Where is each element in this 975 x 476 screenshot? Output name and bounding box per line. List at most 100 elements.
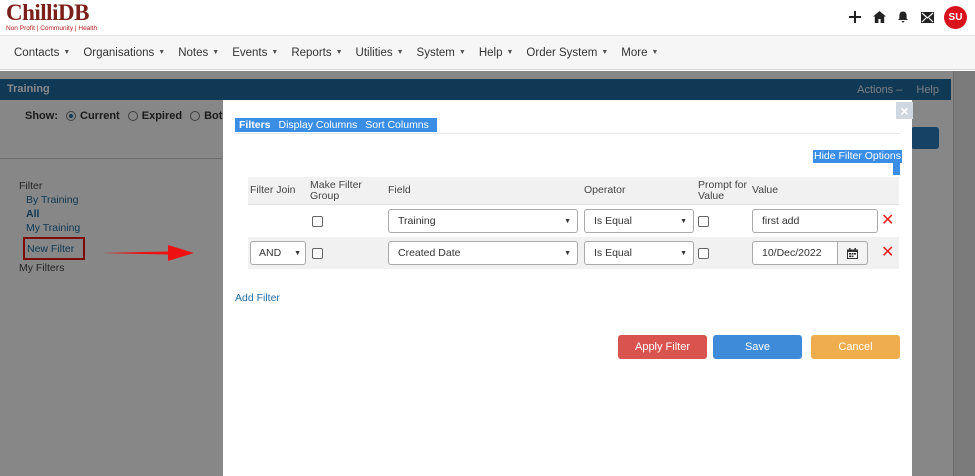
apply-filter-button[interactable]: Apply Filter <box>618 335 707 359</box>
select-arrow-icon: ▼ <box>680 217 687 225</box>
nav-help[interactable]: Help ▼ <box>479 47 514 59</box>
chillidb-logo[interactable]: ChilliDB Non Profit | Community | Health <box>6 0 98 33</box>
select-arrow-icon: ▼ <box>564 249 571 257</box>
prompt-for-value-checkbox[interactable] <box>698 215 709 227</box>
value-cell: first add <box>750 209 881 233</box>
filter-table: Filter Join Make Filter Group Field Oper… <box>248 177 899 269</box>
delete-row-icon[interactable]: ✕ <box>881 212 894 229</box>
caret-down-icon: ▼ <box>458 49 466 56</box>
user-avatar[interactable]: SU <box>944 5 967 29</box>
close-icon[interactable]: × <box>896 102 913 119</box>
caret-down-icon: ▼ <box>212 49 220 56</box>
caret-down-icon: ▼ <box>651 49 659 56</box>
tabs-divider <box>235 133 900 134</box>
make-filter-group-cell <box>308 215 386 227</box>
delete-cell: ✕ <box>881 213 899 229</box>
value-cell: 10/Dec/2022 <box>750 241 881 265</box>
filter-modal <box>223 100 912 476</box>
value-input[interactable]: first add <box>752 209 878 233</box>
caret-down-icon: ▼ <box>158 49 166 56</box>
field-cell: Created Date ▼ <box>386 241 582 265</box>
annotation-arrow-icon <box>102 245 194 261</box>
operator-select[interactable]: Is Equal ▼ <box>584 209 694 233</box>
nav-label: Contacts <box>14 46 60 59</box>
caret-down-icon: ▼ <box>396 49 404 56</box>
nav-reports[interactable]: Reports ▼ <box>291 47 342 59</box>
cancel-button[interactable]: Cancel <box>811 335 900 359</box>
operator-cell: Is Equal ▼ <box>582 241 696 265</box>
logo-text: ChilliDB <box>6 0 89 25</box>
home-icon[interactable] <box>872 10 886 24</box>
field-select-value: Created Date <box>398 247 461 259</box>
nav-order-system[interactable]: Order System ▼ <box>526 47 608 59</box>
save-button[interactable]: Save <box>713 335 802 359</box>
select-arrow-icon: ▼ <box>680 249 687 257</box>
tab-display-columns[interactable]: Display Columns <box>275 119 362 131</box>
filter-join-cell: AND ▼ <box>248 241 308 265</box>
tab-filters[interactable]: Filters <box>235 119 275 131</box>
date-input[interactable]: 10/Dec/2022 <box>752 241 838 265</box>
make-filter-group-cell <box>308 247 386 259</box>
top-icons: SU <box>848 5 967 29</box>
col-make-filter-group: Make Filter Group <box>310 178 362 202</box>
nav-events[interactable]: Events ▼ <box>232 47 278 59</box>
field-select-value: Training <box>398 215 436 227</box>
nav-system[interactable]: System ▼ <box>417 47 466 59</box>
filter-row: Training ▼ Is Equal ▼ first add ✕ <box>248 205 899 237</box>
modal-tabs: Filters Display Columns Sort Columns <box>235 118 437 132</box>
nav-utilities[interactable]: Utilities ▼ <box>356 47 404 59</box>
operator-select[interactable]: Is Equal ▼ <box>584 241 694 265</box>
mail-icon[interactable] <box>920 10 934 24</box>
bell-icon[interactable] <box>896 10 910 24</box>
caret-down-icon: ▼ <box>335 49 343 56</box>
filter-join-value: AND <box>259 247 282 259</box>
nav-notes[interactable]: Notes ▼ <box>178 47 219 59</box>
date-picker: 10/Dec/2022 <box>752 241 881 265</box>
col-operator: Operator <box>584 184 626 196</box>
nav-organisations[interactable]: Organisations ▼ <box>83 47 165 59</box>
nav-label: Organisations <box>83 46 155 59</box>
nav-label: Events <box>232 46 268 59</box>
field-select[interactable]: Training ▼ <box>388 209 578 233</box>
col-filter-join: Filter Join <box>250 184 296 196</box>
field-select[interactable]: Created Date ▼ <box>388 241 578 265</box>
plus-icon[interactable] <box>848 10 862 24</box>
main-nav: Contacts ▼ Organisations ▼ Notes ▼ Events ▼ … <box>0 36 975 70</box>
logo-tagline: Non Profit | Community | Health <box>6 25 98 32</box>
prompt-for-value-cell <box>696 215 750 227</box>
nav-label: Order System <box>526 46 598 59</box>
nav-label: Utilities <box>355 46 393 59</box>
nav-label: More <box>621 46 648 59</box>
prompt-for-value-cell <box>696 247 750 259</box>
nav-label: System <box>416 46 455 59</box>
top-bar: ChilliDB Non Profit | Community | Health… <box>0 0 975 36</box>
prompt-for-value-checkbox[interactable] <box>698 247 709 259</box>
col-field: Field <box>388 184 411 196</box>
operator-cell: Is Equal ▼ <box>582 209 696 233</box>
caret-down-icon: ▼ <box>601 49 609 56</box>
delete-cell: ✕ <box>881 245 899 261</box>
operator-select-value: Is Equal <box>594 247 632 259</box>
filter-join-select[interactable]: AND ▼ <box>250 241 306 265</box>
delete-row-icon[interactable]: ✕ <box>881 244 894 261</box>
caret-down-icon: ▼ <box>63 49 71 56</box>
nav-more[interactable]: More ▼ <box>621 47 658 59</box>
nav-label: Reports <box>291 46 332 59</box>
nav-label: Notes <box>178 46 209 59</box>
operator-select-value: Is Equal <box>594 215 632 227</box>
make-filter-group-checkbox[interactable] <box>312 247 323 259</box>
field-cell: Training ▼ <box>386 209 582 233</box>
col-delete <box>881 177 899 204</box>
nav-label: Help <box>478 46 503 59</box>
nav-contacts[interactable]: Contacts ▼ <box>14 47 70 59</box>
tab-sort-columns[interactable]: Sort Columns <box>361 119 433 131</box>
make-filter-group-checkbox[interactable] <box>312 215 323 227</box>
add-filter-link[interactable]: Add Filter <box>235 292 280 304</box>
calendar-icon <box>847 247 858 259</box>
calendar-button[interactable] <box>838 241 868 265</box>
hide-filter-options-link[interactable]: Hide Filter Options <box>813 150 902 163</box>
filter-row: AND ▼ Created Date ▼ Is Equal ▼ 10/Dec/2022 <box>248 237 899 269</box>
filter-table-header: Filter Join Make Filter Group Field Oper… <box>248 177 899 205</box>
col-value: Value <box>752 184 779 196</box>
caret-down-icon: ▼ <box>271 49 279 56</box>
